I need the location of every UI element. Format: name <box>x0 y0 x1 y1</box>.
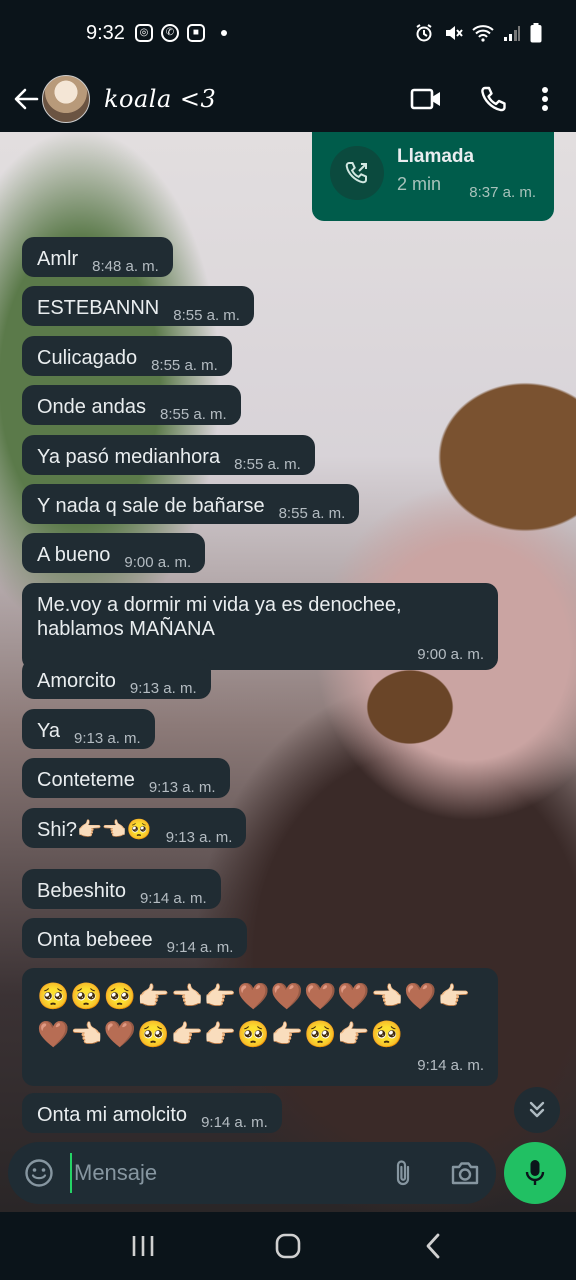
message-composer <box>8 1142 496 1204</box>
message-text: Me.voy a dormir mi vida ya es denochee, … <box>37 594 402 641</box>
arrow-left-icon <box>14 88 39 110</box>
more-notifications-icon <box>220 30 227 36</box>
recents-icon <box>132 1236 153 1256</box>
battery-icon <box>530 23 542 43</box>
chat-area[interactable]: Llamada 2 min 8:37 a. m. Amlr 8:48 a. m. … <box>0 132 576 1212</box>
chevron-left-icon <box>426 1233 440 1259</box>
system-nav-bar <box>0 1212 576 1280</box>
message-bubble[interactable]: Me.voy a dormir mi vida ya es denochee, … <box>22 583 498 671</box>
whatsapp-icon: ✆ <box>160 24 179 42</box>
message-time: 8:55 a. m. <box>278 505 346 522</box>
alarm-icon <box>416 24 432 42</box>
wifi-icon <box>472 25 494 42</box>
message-time: 9:13 a. m. <box>148 779 216 796</box>
message-time: 8:55 a. m. <box>159 406 227 423</box>
signal-icon <box>504 26 520 41</box>
back-nav-button[interactable] <box>403 1221 463 1271</box>
message-bubble[interactable]: Onde andas 8:55 a. m. <box>22 385 241 426</box>
system-status-icons <box>414 23 542 43</box>
message-text: 🥺🥺🥺👉🏻👈🏻👉🏻🤎🤎🤎🤎👈🏻🤎👉🏻 🤎👈🏻🤎🥺👉🏻👉🏻🥺👉🏻🥺👉🏻🥺 <box>37 981 471 1049</box>
message-text: Onde andas <box>37 396 146 418</box>
recents-button[interactable] <box>113 1221 173 1271</box>
message-time: 9:14 a. m. <box>139 890 207 907</box>
message-time: 9:00 a. m. <box>124 554 192 571</box>
message-bubble[interactable]: Onta bebeee 9:14 a. m. <box>22 918 248 959</box>
message-text: Ya pasó medianhora <box>37 446 221 468</box>
message-bubble[interactable]: Ya 9:13 a. m. <box>22 709 155 750</box>
home-icon <box>275 1233 301 1259</box>
video-camera-icon <box>410 88 440 110</box>
microphone-icon <box>525 1160 545 1185</box>
contact-avatar[interactable] <box>42 75 90 123</box>
message-text: A bueno <box>37 544 111 566</box>
message-text: Shi?👉🏻👈🏻🥺 <box>37 819 152 841</box>
app-notification-icon: ■ <box>186 24 205 42</box>
chat-header: koala <3 <box>0 66 576 132</box>
message-time: 9:13 a. m. <box>129 680 197 697</box>
emoji-button[interactable] <box>8 1142 70 1204</box>
double-chevron-down-icon <box>529 1101 545 1118</box>
message-text: Amorcito <box>37 670 116 692</box>
message-bubble[interactable]: Bebeshito 9:14 a. m. <box>22 869 221 910</box>
message-text: Culicagado <box>37 347 138 369</box>
call-circle <box>330 146 384 200</box>
message-bubble[interactable]: Conteteme 9:13 a. m. <box>22 758 230 799</box>
message-bubble[interactable]: Onta mi amolcito 9:14 a. m. <box>22 1093 282 1134</box>
message-bubble[interactable]: A bueno 9:00 a. m. <box>22 533 206 574</box>
status-bar: 9:32 ◎ ✆ ■ <box>0 0 576 66</box>
camera-icon <box>451 1162 479 1185</box>
message-text: Ya <box>37 720 60 742</box>
message-time: 9:14 a. m. <box>166 939 234 956</box>
message-bubble[interactable]: Culicagado 8:55 a. m. <box>22 336 232 377</box>
message-text: Amlr <box>37 248 79 270</box>
camera-button[interactable] <box>434 1142 496 1204</box>
call-title: Llamada <box>397 146 475 167</box>
message-bubble[interactable]: ESTEBANNN 8:55 a. m. <box>22 286 254 327</box>
call-log-bubble[interactable]: Llamada 2 min 8:37 a. m. <box>312 132 554 221</box>
attach-button[interactable] <box>372 1142 434 1204</box>
status-time: 9:32 <box>86 21 125 44</box>
home-button[interactable] <box>258 1221 318 1271</box>
message-bubble[interactable]: Y nada q sale de bañarse 8:55 a. m. <box>22 484 360 525</box>
message-text: Onta mi amolcito <box>37 1104 188 1126</box>
message-input[interactable] <box>70 1153 372 1193</box>
message-time: 8:48 a. m. <box>92 258 159 275</box>
message-time: 9:13 a. m. <box>73 730 141 747</box>
message-text: Bebeshito <box>37 880 126 902</box>
voice-message-button[interactable] <box>504 1142 566 1204</box>
message-time: 8:55 a. m. <box>234 456 301 473</box>
call-duration: 2 min <box>397 174 442 194</box>
more-options-button[interactable] <box>528 74 562 124</box>
back-button[interactable] <box>6 79 46 119</box>
mute-icon <box>446 26 463 40</box>
message-time: 8:55 a. m. <box>173 307 240 324</box>
phone-icon <box>481 86 506 112</box>
message-text: Y nada q sale de bañarse <box>37 495 265 517</box>
notification-icons: ◎ ✆ ■ <box>134 24 227 42</box>
message-time: 8:55 a. m. <box>151 357 218 374</box>
paperclip-icon <box>396 1160 410 1186</box>
call-time: 8:37 a. m. <box>469 184 536 201</box>
message-bubble-emoji[interactable]: 🥺🥺🥺👉🏻👈🏻👉🏻🤎🤎🤎🤎👈🏻🤎👉🏻 🤎👈🏻🤎🥺👉🏻👉🏻🥺👉🏻🥺👉🏻🥺 9:14 … <box>22 968 498 1086</box>
video-call-button[interactable] <box>392 74 460 124</box>
message-bubble[interactable]: Amorcito 9:13 a. m. <box>22 659 211 700</box>
message-time: 9:14 a. m. <box>417 1057 484 1075</box>
message-bubble[interactable]: Shi?👉🏻👈🏻🥺 9:13 a. m. <box>22 808 247 849</box>
message-bubble[interactable]: Amlr 8:48 a. m. <box>22 237 173 278</box>
message-text: Conteteme <box>37 769 135 791</box>
instagram-icon: ◎ <box>134 24 153 42</box>
outgoing-call-icon <box>345 162 367 184</box>
message-text: ESTEBANNN <box>37 297 160 319</box>
scroll-to-bottom-button[interactable] <box>514 1087 560 1133</box>
smiley-icon <box>25 1159 53 1187</box>
message-time: 9:14 a. m. <box>201 1114 268 1131</box>
message-bubble[interactable]: Ya pasó medianhora 8:55 a. m. <box>22 435 315 476</box>
message-text: Onta bebeee <box>37 929 153 951</box>
contact-name[interactable]: koala <3 <box>104 85 216 113</box>
message-time: 9:13 a. m. <box>165 829 233 846</box>
three-dots-icon <box>542 87 548 111</box>
voice-call-button[interactable] <box>460 74 528 124</box>
